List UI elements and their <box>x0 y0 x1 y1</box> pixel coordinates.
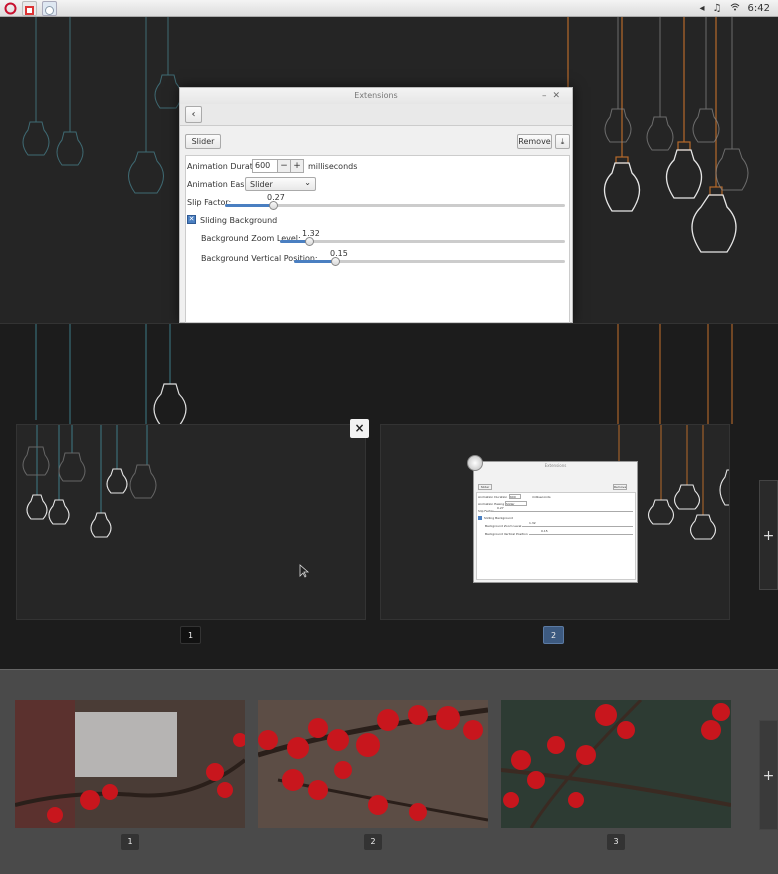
checkmark-icon: ✕ <box>188 215 195 223</box>
app-launcher-icon[interactable] <box>22 1 37 16</box>
workspace-2-number[interactable]: 2 <box>543 626 564 644</box>
clock-app-icon[interactable] <box>42 1 57 16</box>
preview-vpos-value: 0.15 <box>541 529 548 533</box>
dialog-titlebar[interactable]: Extensions –✕ <box>180 88 572 104</box>
preview-slip-value: 0.27 <box>497 506 504 510</box>
berries-wallpaper-1 <box>15 700 245 828</box>
remove-button[interactable]: Remove <box>517 134 552 149</box>
download-button[interactable]: ⤓ <box>555 134 570 149</box>
thumbnail-3-number[interactable]: 3 <box>607 834 625 850</box>
close-workspace-button[interactable]: × <box>350 419 369 438</box>
workspace-1[interactable] <box>16 424 366 620</box>
increment-button[interactable]: + <box>290 160 303 172</box>
preview-zoom-value: 1.32 <box>529 521 536 525</box>
preview-bg-label: Sliding Background <box>484 516 513 520</box>
preview-slip-track <box>491 511 633 512</box>
system-tray: ◂ ♫ 6:42 <box>700 1 770 16</box>
download-icon: ⤓ <box>560 137 565 146</box>
workspace-2[interactable]: Extensions Slider Remove Animation Durat… <box>380 424 730 620</box>
music-icon[interactable]: ♫ <box>713 3 722 14</box>
thumbnail-2-number[interactable]: 2 <box>364 834 382 850</box>
preview-slider-button: Slider <box>478 484 492 490</box>
close-icon[interactable]: ✕ <box>552 91 566 101</box>
preview-vpos-track <box>529 534 633 535</box>
minimize-icon[interactable]: – <box>542 91 553 101</box>
slip-factor-value: 0.27 <box>267 193 285 202</box>
slider-fill <box>294 260 335 263</box>
add-workspace-button[interactable]: + <box>759 480 778 590</box>
vertical-position-slider[interactable] <box>294 257 565 266</box>
slip-factor-slider[interactable] <box>225 201 565 210</box>
preview-vpos-label: Background Vertical Position <box>485 532 528 536</box>
sliding-background-label: Sliding Background <box>200 216 278 225</box>
decrement-button[interactable]: − <box>277 160 290 172</box>
workspace-1-number[interactable]: 1 <box>180 626 201 644</box>
back-chevron-icon: ‹ <box>191 109 196 120</box>
thumbnail-1-number[interactable]: 1 <box>121 834 139 850</box>
slider-handle[interactable] <box>304 237 314 246</box>
preview-title: Extensions <box>544 463 567 468</box>
window-preview[interactable]: Extensions Slider Remove Animation Durat… <box>473 461 638 583</box>
slider-handle[interactable] <box>268 201 278 210</box>
slider-handle[interactable] <box>330 257 340 266</box>
preview-unit: milliseconds <box>532 495 551 499</box>
wifi-icon[interactable] <box>730 3 740 14</box>
thumbnail-3[interactable] <box>501 700 731 828</box>
sliding-background-checkbox[interactable]: ✕ <box>187 215 196 224</box>
window-controls: –✕ <box>542 88 566 104</box>
back-button[interactable]: ‹ <box>185 106 202 123</box>
add-thumbnail-workspace-button[interactable]: + <box>759 720 778 830</box>
chevron-down-icon: ⌄ <box>304 178 311 187</box>
animation-duration-stepper[interactable]: 600 − + <box>252 159 304 173</box>
dialog-title: Extensions <box>354 91 398 100</box>
settings-panel: Animation Duration: 600 − + milliseconds… <box>185 155 570 323</box>
preview-zoom-label: Background Zoom Level <box>485 524 522 528</box>
zoom-level-slider[interactable] <box>280 237 565 246</box>
preview-easing-value: Slider <box>505 501 527 506</box>
animation-duration-input[interactable]: 600 <box>253 160 277 172</box>
preview-body: Animation Duration 600 milliseconds Anim… <box>476 492 636 580</box>
preview-remove-button: Remove <box>613 484 627 490</box>
workspace-1-wallpaper <box>22 425 310 578</box>
mouse-cursor-icon <box>299 564 310 578</box>
preview-zoom-track <box>522 526 633 527</box>
thumbnail-1[interactable] <box>15 700 245 828</box>
berries-wallpaper-2 <box>258 700 488 828</box>
extension-selector-button[interactable]: Slider <box>185 134 221 149</box>
animation-easing-select[interactable]: Slider ⌄ <box>245 177 316 191</box>
debian-menu-icon[interactable] <box>3 1 18 16</box>
extensions-dialog: Extensions –✕ ‹ Slider Remove ⤓ Animatio… <box>179 87 573 323</box>
dialog-nav-row: ‹ <box>180 104 572 126</box>
preview-checkbox <box>478 516 482 520</box>
slider-fill <box>225 204 273 207</box>
preview-duration-value: 600 <box>509 494 521 499</box>
duration-unit-label: milliseconds <box>308 162 358 171</box>
berries-wallpaper-3 <box>501 700 731 828</box>
clock[interactable]: 6:42 <box>748 3 770 14</box>
thumbnail-window-preview <box>75 712 177 777</box>
thumbnail-2[interactable] <box>258 700 488 828</box>
preview-duration-label: Animation Duration <box>478 495 508 499</box>
back-arrow-icon[interactable]: ◂ <box>700 3 705 14</box>
top-panel: ◂ ♫ 6:42 <box>0 0 778 17</box>
window-app-icon <box>467 455 483 471</box>
easing-value: Slider <box>250 180 273 189</box>
